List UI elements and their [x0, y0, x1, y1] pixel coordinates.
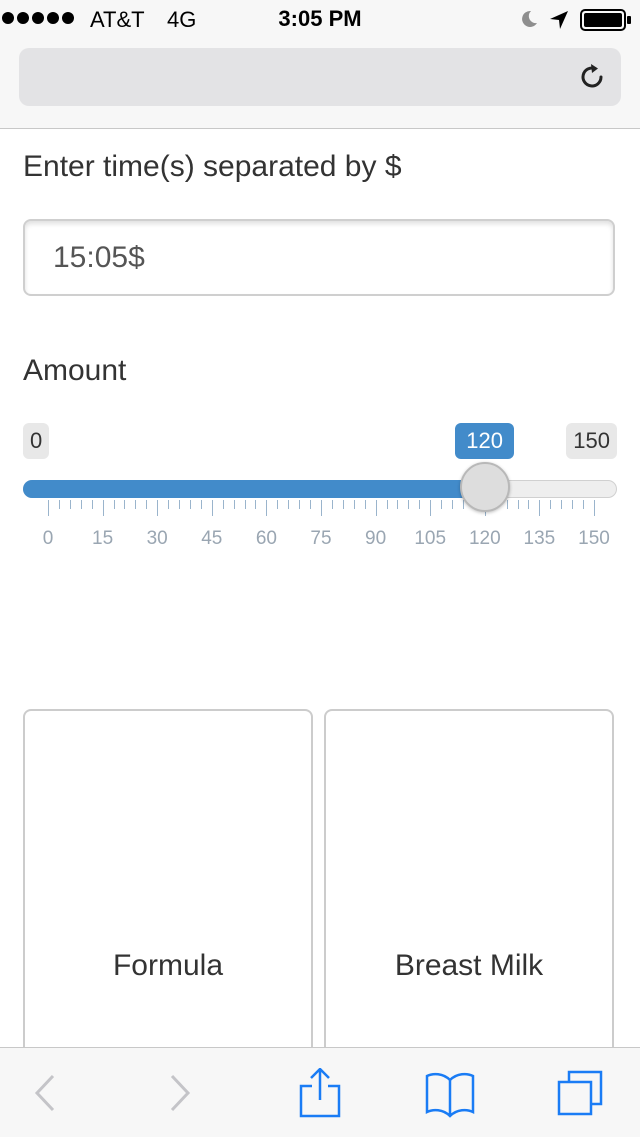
slider-major-tick: [266, 500, 268, 516]
formula-button[interactable]: Formula: [23, 709, 313, 1069]
location-arrow-icon: [550, 11, 568, 29]
slider-minor-tick: [189, 500, 191, 509]
slider-minor-tick: [550, 500, 552, 509]
slider-min-label: 0: [23, 423, 50, 459]
reload-icon[interactable]: [577, 62, 607, 92]
amount-slider[interactable]: 0 120 150 0 15 30 45 60 75 90 105 120 135 150: [0, 420, 640, 560]
moon-icon: [522, 10, 537, 27]
slider-minor-tick: [299, 500, 301, 509]
slider-major-tick: [321, 500, 322, 516]
slider-minor-tick: [310, 500, 312, 509]
slider-minor-tick: [288, 500, 290, 509]
slider-tick-label: 45: [201, 528, 223, 549]
battery-full-icon: [580, 9, 631, 31]
slider-tick-label: 75: [310, 528, 332, 549]
browser-toolbar: [0, 1047, 640, 1137]
slider-tick-label: 150: [578, 528, 610, 549]
slider-minor-tick: [342, 500, 344, 509]
bookmarks-icon[interactable]: [425, 1068, 475, 1118]
breast-milk-label: Breast Milk: [394, 949, 544, 982]
slider-tick-label: 15: [92, 528, 114, 549]
slider-minor-tick: [561, 500, 563, 509]
slider-minor-tick: [135, 500, 137, 509]
slider-minor-tick: [244, 500, 246, 509]
breast-milk-button[interactable]: Breast Milk: [324, 709, 614, 1069]
slider-minor-tick: [233, 500, 235, 509]
slider-tick-label: 135: [523, 528, 556, 549]
slider-major-tick: [430, 500, 432, 516]
slider-value-label: 120: [455, 423, 515, 459]
url-bar[interactable]: [19, 48, 621, 106]
slider-minor-tick: [255, 500, 257, 509]
slider-minor-tick: [91, 500, 93, 509]
slider-minor-tick: [517, 500, 519, 509]
slider-major-tick: [157, 500, 159, 516]
slider-minor-tick: [506, 500, 508, 509]
slider-minor-tick: [80, 500, 82, 509]
back-icon[interactable]: [25, 1068, 75, 1118]
slider-tick-label: 30: [146, 528, 168, 549]
slider-minor-tick: [113, 500, 115, 509]
slider-major-tick: [102, 500, 104, 516]
share-icon[interactable]: [295, 1068, 345, 1118]
slider-minor-tick: [572, 500, 574, 509]
time-entry-label: Enter time(s) separated by $: [23, 150, 402, 183]
slider-ticks: [0, 500, 640, 520]
slider-minor-tick: [222, 500, 224, 509]
slider-major-tick: [594, 500, 595, 516]
formula-label: Formula: [112, 949, 224, 982]
slider-minor-tick: [441, 500, 443, 509]
slider-major-tick: [539, 500, 541, 516]
slider-tick-label: 90: [365, 528, 387, 549]
slider-minor-tick: [200, 500, 202, 509]
slider-tick-label: 120: [468, 528, 501, 549]
status-time: 3:05 PM: [278, 6, 362, 31]
slider-minor-tick: [58, 500, 60, 509]
slider-minor-tick: [168, 500, 170, 509]
amount-label: Amount: [23, 354, 127, 387]
slider-minor-tick: [179, 500, 181, 509]
forward-icon[interactable]: [158, 1068, 208, 1118]
tabs-icon[interactable]: [555, 1068, 605, 1118]
slider-minor-tick: [583, 500, 585, 509]
slider-major-tick: [211, 500, 213, 516]
slider-major-tick: [375, 500, 377, 516]
slider-minor-tick: [124, 500, 126, 509]
status-bar: AT&T 4G 3:05 PM: [0, 0, 640, 40]
slider-major-tick: [48, 500, 49, 516]
slider-handle[interactable]: [459, 462, 510, 512]
slider-minor-tick: [364, 500, 366, 509]
slider-minor-tick: [353, 500, 355, 509]
slider-minor-tick: [146, 500, 148, 509]
slider-tick-label: 0: [42, 528, 54, 549]
slider-max-label: 150: [566, 423, 617, 459]
slider-minor-tick: [69, 500, 71, 509]
slider-minor-tick: [528, 500, 530, 509]
slider-tick-label: 105: [414, 528, 447, 549]
slider-tick-label: 60: [255, 528, 277, 549]
time-input[interactable]: [23, 219, 615, 296]
slider-minor-tick: [386, 500, 388, 509]
slider-minor-tick: [277, 500, 279, 509]
slider-minor-tick: [419, 500, 421, 509]
slider-minor-tick: [408, 500, 410, 509]
slider-minor-tick: [397, 500, 399, 509]
slider-minor-tick: [452, 500, 454, 509]
slider-fill: [23, 480, 485, 498]
slider-minor-tick: [331, 500, 333, 509]
browser-chrome: AT&T 4G 3:05 PM: [0, 0, 640, 129]
